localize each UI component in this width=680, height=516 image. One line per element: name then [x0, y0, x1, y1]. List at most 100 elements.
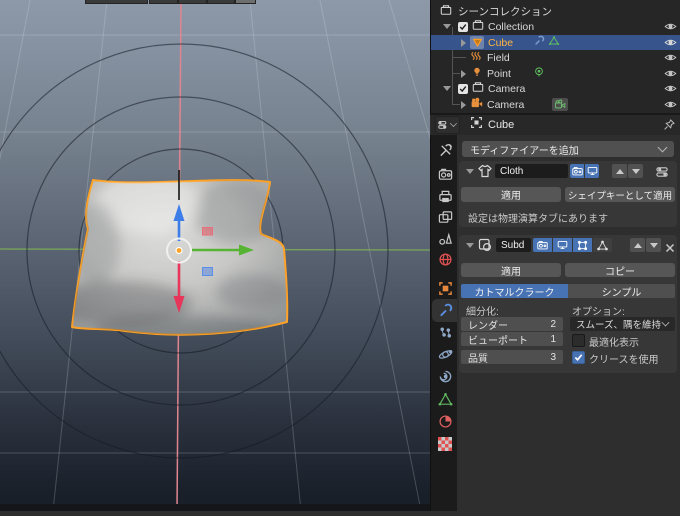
- catmull-clark-option[interactable]: カトマルクラーク: [461, 284, 568, 299]
- pin-icon[interactable]: [663, 118, 676, 136]
- render-levels-value: 2: [550, 318, 556, 330]
- move-up-button[interactable]: [630, 238, 645, 252]
- tab-particles[interactable]: [436, 323, 454, 341]
- cloth-info-text: 設定は物理演算タブにあります: [468, 214, 608, 225]
- quality-value: 3: [550, 351, 556, 363]
- 3d-viewport[interactable]: [0, 0, 542, 512]
- panel-expand-caret[interactable]: [466, 243, 474, 248]
- collection-icon: [440, 4, 452, 19]
- modifier-name-field[interactable]: Subd: [496, 238, 531, 252]
- cropped-toolbar-button[interactable]: [235, 0, 256, 4]
- tab-constraints[interactable]: [436, 367, 454, 385]
- outliner-label: Cube: [488, 36, 514, 49]
- options-label: オプション:: [572, 307, 625, 318]
- move-up-button[interactable]: [612, 164, 627, 178]
- add-modifier-dropdown[interactable]: モディファイアーを追加: [462, 141, 674, 157]
- apply-button[interactable]: 適用: [461, 263, 561, 278]
- tab-render[interactable]: [436, 165, 454, 183]
- viewport-levels-slider[interactable]: ビューポート 1: [461, 332, 563, 347]
- render-toggle[interactable]: [533, 238, 552, 252]
- outliner-label: Field: [487, 51, 510, 64]
- cropped-toolbar-button[interactable]: [85, 0, 148, 4]
- outliner-label: Camera: [487, 98, 525, 111]
- outliner-label: Point: [487, 67, 511, 80]
- optimal-display-checkbox[interactable]: [572, 334, 585, 347]
- tab-modifiers-active[interactable]: [436, 301, 454, 319]
- properties-main: モディファイアーを追加 Cloth 適用 シェイプキーとして適用 設定は物理演算…: [457, 135, 680, 511]
- expand-caret-icon[interactable]: [443, 86, 451, 91]
- expand-caret-icon[interactable]: [461, 100, 466, 109]
- tab-scene[interactable]: [436, 229, 454, 247]
- properties-header: Cube: [431, 115, 680, 135]
- visibility-eye-icon[interactable]: [664, 20, 677, 36]
- outliner-label: シーンコレクション: [458, 6, 552, 18]
- modifier-name-field[interactable]: Cloth: [495, 164, 568, 178]
- cloth-pillow-object[interactable]: [48, 173, 289, 344]
- cloth-modifier-icon: [478, 164, 492, 183]
- expand-caret-icon[interactable]: [461, 69, 466, 78]
- cropped-toolbar-button[interactable]: [207, 0, 235, 4]
- close-icon[interactable]: [665, 240, 675, 258]
- uv-smooth-dropdown[interactable]: スムーズ、隅を維持: [570, 317, 675, 331]
- render-levels-label: レンダー: [468, 320, 508, 332]
- render-levels-slider[interactable]: レンダー 2: [461, 317, 563, 332]
- tab-tool[interactable]: [436, 141, 454, 159]
- simple-option[interactable]: シンプル: [568, 284, 675, 299]
- visibility-eye-icon[interactable]: [664, 98, 677, 114]
- viewport-levels-label: ビューポート: [468, 335, 528, 347]
- visibility-eye-icon[interactable]: [664, 82, 677, 98]
- up-arrow-icon: [615, 168, 624, 174]
- chevron-down-icon: [657, 142, 668, 153]
- tab-view-layer[interactable]: [436, 208, 454, 226]
- expand-caret-icon[interactable]: [443, 24, 451, 29]
- object-icon: [470, 116, 483, 134]
- expand-caret-icon[interactable]: [461, 38, 466, 47]
- panel-expand-caret[interactable]: [466, 169, 474, 174]
- modifier-wrench-icon: [533, 35, 545, 50]
- visibility-eye-icon[interactable]: [664, 51, 677, 67]
- outliner-row-collection[interactable]: Collection: [431, 19, 680, 34]
- up-arrow-icon: [633, 242, 642, 248]
- camera-data-icon: [552, 98, 569, 111]
- outliner-row-point[interactable]: Point: [431, 66, 680, 81]
- move-down-button[interactable]: [628, 164, 643, 178]
- viewport-toggle[interactable]: [553, 238, 572, 252]
- copy-button[interactable]: コピー: [565, 263, 675, 278]
- outliner-row-field[interactable]: Field: [431, 50, 680, 65]
- editor-type-selector[interactable]: [435, 116, 460, 134]
- collection-checkbox[interactable]: [458, 83, 468, 94]
- tab-material[interactable]: [436, 412, 454, 430]
- modifier-extras-icon[interactable]: [656, 165, 669, 183]
- on-cage-toggle[interactable]: [593, 238, 612, 252]
- tab-object[interactable]: [436, 279, 454, 297]
- tab-world[interactable]: [436, 250, 454, 268]
- outliner-row-camera-collection[interactable]: Camera: [431, 81, 680, 96]
- quality-slider[interactable]: 品質 3: [461, 350, 563, 365]
- edit-mode-toggle[interactable]: [573, 238, 592, 252]
- collection-checkbox[interactable]: [458, 21, 468, 32]
- properties-tab-strip: [430, 135, 458, 511]
- tab-object-data[interactable]: [436, 390, 454, 408]
- outliner-row-camera[interactable]: Camera: [431, 97, 680, 112]
- outliner-row-scene-collection[interactable]: シーンコレクション: [431, 4, 680, 19]
- apply-as-shapekey-button[interactable]: シェイプキーとして適用: [565, 187, 675, 202]
- chevron-down-icon: [450, 120, 457, 127]
- gizmo-plane-handle-blue[interactable]: [202, 267, 213, 276]
- render-toggle[interactable]: [570, 164, 584, 178]
- viewport-toggle[interactable]: [585, 164, 599, 178]
- cropped-toolbar-button[interactable]: [149, 0, 178, 4]
- gizmo-plane-handle-red[interactable]: [202, 227, 213, 236]
- tab-output[interactable]: [436, 187, 454, 205]
- cropped-toolbar-button[interactable]: [178, 0, 207, 4]
- object-origin-dot: [175, 246, 183, 255]
- tab-texture[interactable]: [436, 435, 454, 453]
- outliner-row-cube[interactable]: Cube: [431, 35, 680, 50]
- outliner-label: Camera: [488, 82, 526, 95]
- move-down-button[interactable]: [646, 238, 661, 252]
- viewport-bottom-edge: [0, 504, 430, 511]
- use-creases-checkbox[interactable]: [572, 351, 585, 364]
- tab-physics[interactable]: [436, 345, 454, 363]
- viewport-canvas[interactable]: [0, 0, 542, 512]
- outliner-panel[interactable]: シーンコレクション Collection Cube Field Point Ca…: [430, 0, 680, 113]
- apply-button[interactable]: 適用: [461, 187, 561, 202]
